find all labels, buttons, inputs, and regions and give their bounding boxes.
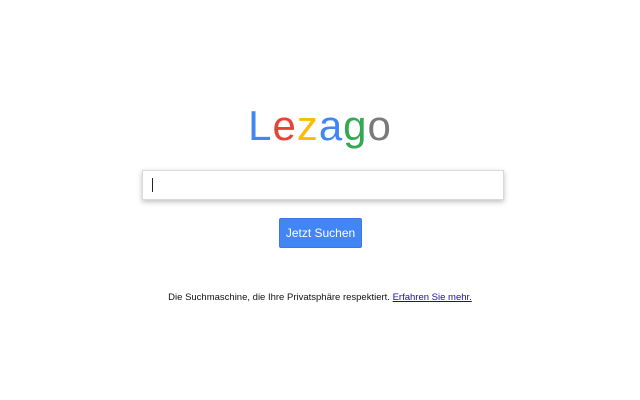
logo-letter-g: g: [343, 102, 368, 149]
footer-text: Die Suchmaschine, die Ihre Privatsphäre …: [168, 292, 390, 303]
logo-letter-e: e: [272, 102, 297, 149]
learn-more-link[interactable]: Erfahren Sie mehr.: [393, 292, 472, 303]
text-caret: [152, 178, 153, 192]
logo-letter-z: z: [296, 102, 319, 149]
logo-letter-a: a: [318, 102, 344, 149]
logo-letter-o: o: [367, 102, 392, 149]
search-box[interactable]: [142, 170, 504, 200]
page: Lezago Jetzt Suchen Die Suchmaschine, di…: [0, 0, 640, 400]
search-input[interactable]: [143, 171, 503, 199]
footer: Die Suchmaschine, die Ihre Privatsphäre …: [0, 292, 640, 303]
logo: Lezago: [0, 100, 640, 152]
search-button[interactable]: Jetzt Suchen: [279, 218, 362, 248]
logo-letter-l: L: [248, 102, 273, 149]
